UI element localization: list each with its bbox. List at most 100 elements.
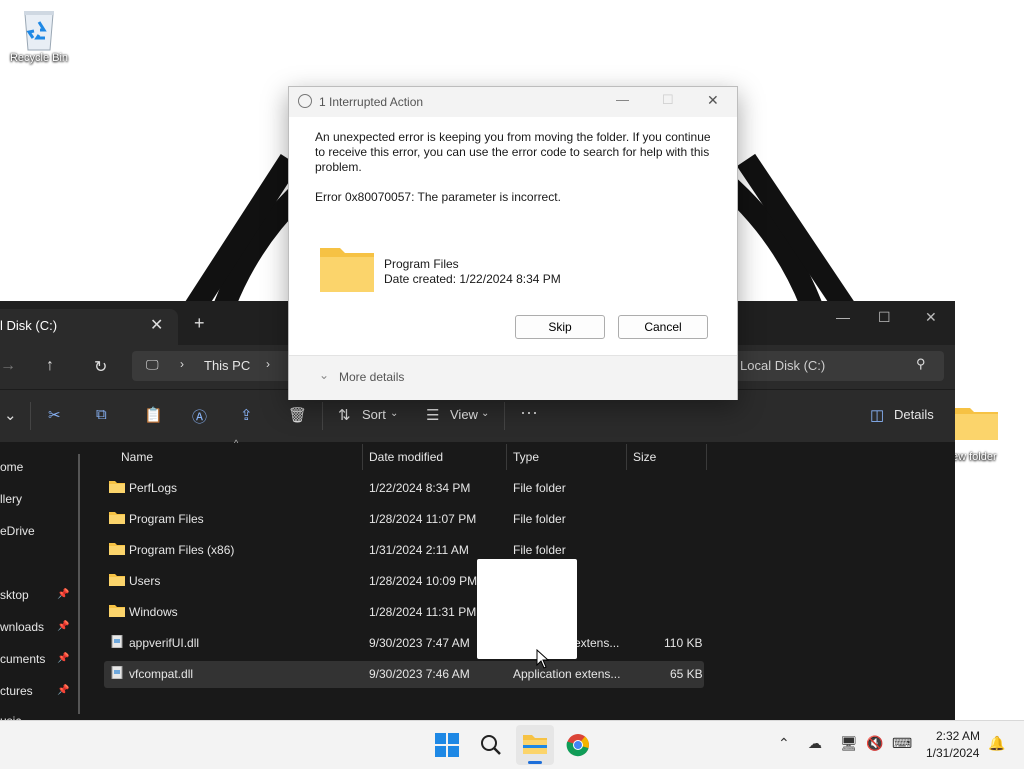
nav-item-home[interactable]: ome	[0, 460, 23, 474]
chevron-down-icon: ⌄	[390, 408, 399, 419]
navigation-pane: ome llery eDrive sktop 📌 wnloads 📌 cumen…	[0, 442, 82, 720]
rename-icon[interactable]: Ⓐ	[192, 406, 207, 427]
breadcrumb-this-pc[interactable]: This PC	[204, 358, 250, 373]
maximize-icon: ☐	[662, 92, 674, 107]
item-name: Program Files	[384, 257, 459, 271]
table-row[interactable]: Users 1/28/2024 10:09 PM	[104, 568, 704, 595]
details-pane-icon[interactable]: ◫	[870, 406, 884, 424]
desktop-icon-recycle-bin[interactable]: Recycle Bin	[4, 8, 74, 64]
sort-icon[interactable]: ⇅	[338, 406, 351, 424]
error-message: An unexpected error is keeping you from …	[315, 130, 711, 174]
nav-item-pictures[interactable]: ctures	[0, 684, 33, 698]
file-date: 1/31/2024 2:11 AM	[369, 543, 469, 557]
table-row[interactable]: vfcompat.dll 9/30/2023 7:46 AM Applicati…	[104, 661, 704, 688]
folder-icon	[109, 605, 125, 617]
chevron-down-icon[interactable]: ⌄	[4, 406, 17, 424]
explorer-content: ome llery eDrive sktop 📌 wnloads 📌 cumen…	[0, 438, 955, 720]
network-icon[interactable]: 🖥	[840, 735, 858, 752]
column-divider[interactable]	[506, 444, 507, 470]
copy-icon[interactable]: ⧉	[96, 406, 107, 423]
column-header-name[interactable]: Name	[121, 450, 153, 464]
tab-title: l Disk (C:)	[0, 318, 58, 333]
paste-icon[interactable]: 📋	[144, 406, 163, 424]
clock-icon	[298, 94, 312, 108]
table-row[interactable]: Windows 1/28/2024 11:31 PM	[104, 599, 704, 626]
nav-item-documents[interactable]: cuments	[0, 652, 45, 666]
nav-item-gallery[interactable]: llery	[0, 492, 22, 506]
column-divider[interactable]	[706, 444, 707, 470]
file-name: Program Files	[129, 512, 204, 526]
more-options-icon[interactable]: ···	[520, 402, 538, 423]
forward-icon[interactable]: →	[0, 357, 16, 375]
table-row[interactable]: Program Files (x86) 1/31/2024 2:11 AM Fi…	[104, 537, 704, 564]
file-date: 9/30/2023 7:47 AM	[369, 636, 470, 650]
explorer-tab[interactable]: l Disk (C:) ✕	[0, 309, 178, 345]
chevron-down-icon[interactable]: ⌄	[319, 368, 329, 382]
file-date: 1/28/2024 10:09 PM	[369, 574, 478, 588]
cancel-button[interactable]: Cancel	[618, 315, 708, 339]
desktop-icon-new-folder[interactable]: ew folder	[948, 402, 1024, 463]
volume-muted-icon[interactable]: 🔇	[866, 735, 883, 752]
minimize-icon[interactable]: —	[616, 92, 629, 107]
notification-bell-icon[interactable]: 🔔	[988, 735, 1005, 752]
more-details-link[interactable]: More details	[339, 370, 404, 384]
file-date: 1/28/2024 11:07 PM	[369, 512, 477, 526]
dialog-title: 1 Interrupted Action	[319, 95, 424, 109]
file-name: appverifUI.dll	[129, 636, 200, 650]
folder-icon	[523, 735, 547, 754]
up-icon[interactable]: ↑	[46, 357, 54, 375]
share-icon[interactable]: ⇪	[240, 406, 253, 424]
taskbar: ⌃ ☁ 🖥 🔇 ⌨ 2:32 AM 1/31/2024 🔔	[0, 720, 1024, 769]
start-icon[interactable]	[435, 733, 459, 757]
sort-button[interactable]: Sort	[362, 407, 386, 422]
chrome-icon[interactable]	[566, 733, 590, 757]
nav-item-onedrive[interactable]: eDrive	[0, 524, 35, 538]
new-tab-icon[interactable]: +	[194, 313, 205, 334]
nav-item-downloads[interactable]: wnloads	[0, 620, 44, 634]
view-icon[interactable]: ☰	[426, 406, 439, 424]
clock-date[interactable]: 1/31/2024	[926, 746, 979, 760]
toolbar-divider	[322, 402, 323, 430]
table-row[interactable]: PerfLogs 1/22/2024 8:34 PM File folder	[104, 475, 704, 502]
table-row[interactable]: appverifUI.dll 9/30/2023 7:47 AM extens.…	[104, 630, 704, 657]
column-header-date[interactable]: Date modified	[369, 450, 443, 464]
column-divider[interactable]	[362, 444, 363, 470]
refresh-icon[interactable]: ↻	[94, 357, 107, 377]
table-row[interactable]: Program Files 1/28/2024 11:07 PM File fo…	[104, 506, 704, 533]
close-tab-icon[interactable]: ✕	[150, 315, 163, 335]
close-icon[interactable]: ✕	[707, 92, 719, 109]
skip-button[interactable]: Skip	[515, 315, 605, 339]
clock-time[interactable]: 2:32 AM	[936, 729, 980, 743]
minimize-icon[interactable]: —	[836, 309, 850, 325]
delete-icon[interactable]: 🗑	[288, 406, 307, 424]
column-divider[interactable]	[626, 444, 627, 470]
folder-icon	[109, 543, 125, 555]
chevron-down-icon: ⌄	[481, 408, 490, 419]
nav-scrollbar[interactable]	[78, 454, 80, 714]
cut-icon[interactable]: ✂	[48, 406, 61, 424]
chevron-up-icon[interactable]: ⌃	[778, 735, 790, 752]
nav-item-desktop[interactable]: sktop	[0, 588, 29, 602]
file-name: PerfLogs	[129, 481, 178, 495]
search-input[interactable]: Local Disk (C:) ⚲	[728, 351, 944, 381]
search-icon: ⚲	[916, 356, 926, 371]
file-name: Windows	[129, 605, 178, 619]
column-header-size[interactable]: Size	[633, 450, 656, 464]
hover-tooltip	[477, 559, 577, 659]
details-button[interactable]: Details	[894, 407, 934, 422]
view-button[interactable]: View	[450, 407, 478, 422]
close-window-icon[interactable]: ✕	[925, 309, 937, 326]
language-icon[interactable]: ⌨	[892, 735, 912, 752]
column-header-type[interactable]: Type	[513, 450, 539, 464]
mouse-cursor-icon	[536, 649, 550, 669]
file-date: 1/22/2024 8:34 PM	[369, 481, 471, 495]
file-type: File folder	[513, 543, 566, 557]
file-type: File folder	[513, 512, 566, 526]
sort-up-icon: ^	[234, 438, 239, 448]
file-explorer-taskbar-button[interactable]	[516, 725, 554, 765]
toolbar-divider	[504, 402, 505, 430]
search-icon[interactable]	[480, 734, 502, 756]
maximize-icon[interactable]: ☐	[878, 309, 891, 326]
onedrive-icon[interactable]: ☁	[808, 735, 822, 752]
file-type: Application extens...	[513, 667, 621, 681]
